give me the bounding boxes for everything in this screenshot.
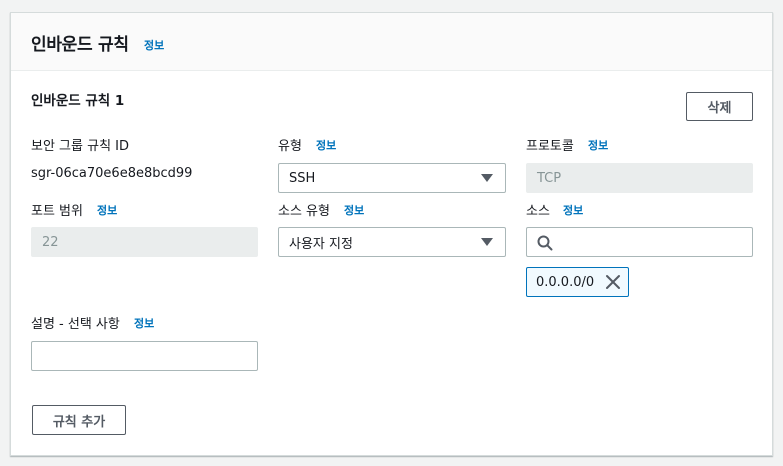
protocol-value: TCP bbox=[537, 170, 562, 186]
search-icon bbox=[537, 235, 553, 251]
chevron-down-icon bbox=[481, 174, 493, 182]
sg-rule-id-label: 보안 그룹 규칙 ID bbox=[31, 139, 130, 154]
panel-title: 인바운드 규칙 bbox=[31, 35, 129, 55]
source-type-select[interactable]: 사용자 지정 bbox=[278, 227, 506, 257]
description-label: 설명 - 선택 사항 bbox=[31, 317, 120, 332]
type-label: 유형 bbox=[278, 139, 302, 154]
chevron-down-icon bbox=[481, 238, 493, 246]
port-range-field: 22 bbox=[31, 227, 258, 257]
port-range-info-link[interactable]: 정보 bbox=[97, 202, 117, 218]
type-select-value: SSH bbox=[289, 170, 316, 186]
close-icon[interactable] bbox=[605, 274, 621, 290]
delete-button[interactable]: 삭제 bbox=[686, 92, 753, 121]
source-token-label: 0.0.0.0/0 bbox=[536, 274, 595, 290]
protocol-label: 프로토콜 bbox=[526, 139, 574, 154]
inbound-rules-panel: 인바운드 규칙 정보 인바운드 규칙 1 삭제 보안 그룹 규칙 ID 유형 정… bbox=[10, 12, 773, 456]
source-type-label: 소스 유형 bbox=[278, 204, 330, 219]
panel-header: 인바운드 규칙 정보 bbox=[11, 13, 772, 71]
port-range-value: 22 bbox=[42, 234, 59, 250]
protocol-field: TCP bbox=[526, 163, 753, 193]
source-type-info-link[interactable]: 정보 bbox=[344, 202, 364, 218]
sg-rule-id-value: sgr-06ca70e6e8e8bcd99 bbox=[31, 166, 193, 181]
protocol-info-link[interactable]: 정보 bbox=[588, 137, 608, 153]
description-input[interactable] bbox=[31, 341, 258, 371]
port-range-label: 포트 범위 bbox=[31, 204, 83, 219]
type-info-link[interactable]: 정보 bbox=[316, 137, 336, 153]
source-label: 소스 bbox=[526, 204, 550, 219]
source-search-input[interactable] bbox=[526, 227, 753, 257]
add-rule-button[interactable]: 규칙 추가 bbox=[32, 405, 126, 435]
type-select[interactable]: SSH bbox=[278, 163, 506, 193]
panel-info-link[interactable]: 정보 bbox=[144, 37, 164, 53]
source-type-select-value: 사용자 지정 bbox=[289, 236, 353, 252]
rule-title: 인바운드 규칙 1 bbox=[31, 93, 125, 109]
source-token: 0.0.0.0/0 bbox=[526, 267, 629, 297]
description-info-link[interactable]: 정보 bbox=[134, 315, 154, 331]
source-info-link[interactable]: 정보 bbox=[563, 202, 583, 218]
